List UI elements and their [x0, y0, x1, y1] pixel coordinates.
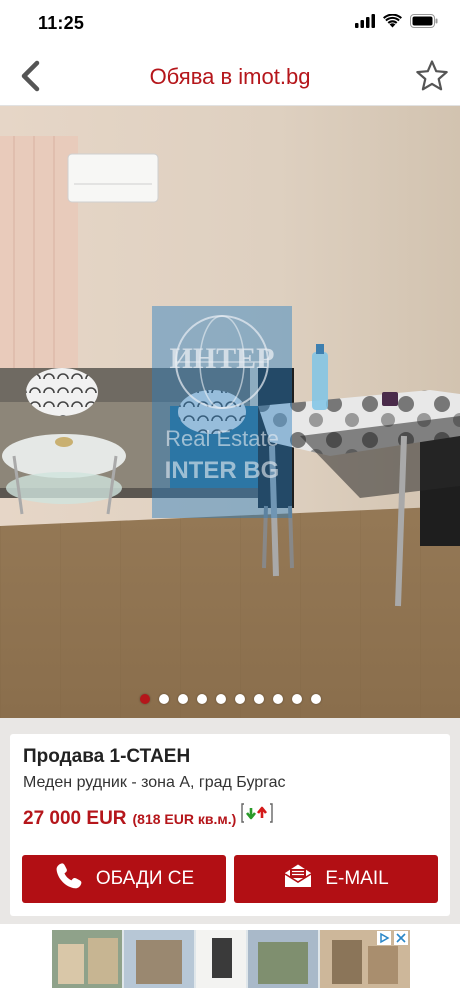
listing-location: Меден рудник - зона А, град Бургас — [23, 774, 286, 791]
adchoices-icon[interactable] — [377, 931, 391, 950]
price-history-button[interactable] — [240, 802, 274, 824]
email-button[interactable]: E-MAIL — [234, 855, 438, 903]
status-time: 11:25 — [38, 13, 85, 33]
price-row: 27 000 EUR (818 EUR кв.м.) — [23, 802, 274, 830]
signal-icon — [355, 14, 375, 33]
pager-dot[interactable] — [272, 694, 283, 704]
wifi-icon — [383, 13, 402, 33]
svg-text:Real Estate: Real Estate — [165, 426, 279, 451]
close-ad-icon[interactable] — [394, 931, 408, 950]
price: 27 000 EUR — [23, 808, 127, 829]
pager-dot[interactable] — [158, 694, 169, 704]
ad-area — [0, 924, 460, 996]
pager-dot[interactable] — [177, 694, 188, 704]
ad-image — [52, 930, 410, 988]
pager-dot[interactable] — [234, 694, 245, 704]
nav-bar: Обява в imot.bg — [0, 50, 460, 106]
status-bar: 11:25 — [0, 0, 460, 50]
price-trend-icon — [241, 803, 273, 823]
pager-dot[interactable] — [196, 694, 207, 704]
ad-banner[interactable] — [52, 930, 410, 988]
photo-pager[interactable] — [0, 694, 460, 704]
svg-text:INTER BG: INTER BG — [165, 457, 280, 484]
room-photo-illustration: ИНТЕР Real Estate INTER BG — [0, 106, 460, 718]
favorite-button[interactable] — [412, 58, 452, 98]
details-card: Продава 1-СТАЕН Меден рудник - зона А, г… — [10, 734, 450, 916]
details-section: Продава 1-СТАЕН Меден рудник - зона А, г… — [0, 718, 460, 924]
pager-dot[interactable] — [310, 694, 321, 704]
pager-dot[interactable] — [139, 694, 150, 704]
price-per-sqm: (818 EUR кв.м.) — [132, 811, 237, 827]
envelope-icon — [283, 863, 313, 895]
pager-dot[interactable] — [291, 694, 302, 704]
listing-screen: 11:25 Обява в imot.bg ИНТЕР Real Estate … — [0, 0, 460, 996]
status-icons — [355, 13, 438, 33]
phone-icon — [54, 861, 84, 897]
page-title: Обява в imot.bg — [149, 64, 311, 89]
listing-photo[interactable]: ИНТЕР Real Estate INTER BG — [0, 106, 460, 718]
star-icon — [415, 59, 449, 98]
pager-dot[interactable] — [215, 694, 226, 704]
listing-title: Продава 1-СТАЕН — [23, 746, 191, 767]
email-button-label: E-MAIL — [325, 868, 389, 889]
battery-icon — [410, 14, 438, 33]
ad-controls — [377, 931, 408, 950]
call-button-label: ОБАДИ СЕ — [95, 868, 195, 889]
call-button[interactable]: ОБАДИ СЕ — [22, 855, 226, 903]
svg-text:ИНТЕР: ИНТЕР — [169, 342, 274, 375]
pager-dot[interactable] — [253, 694, 264, 704]
